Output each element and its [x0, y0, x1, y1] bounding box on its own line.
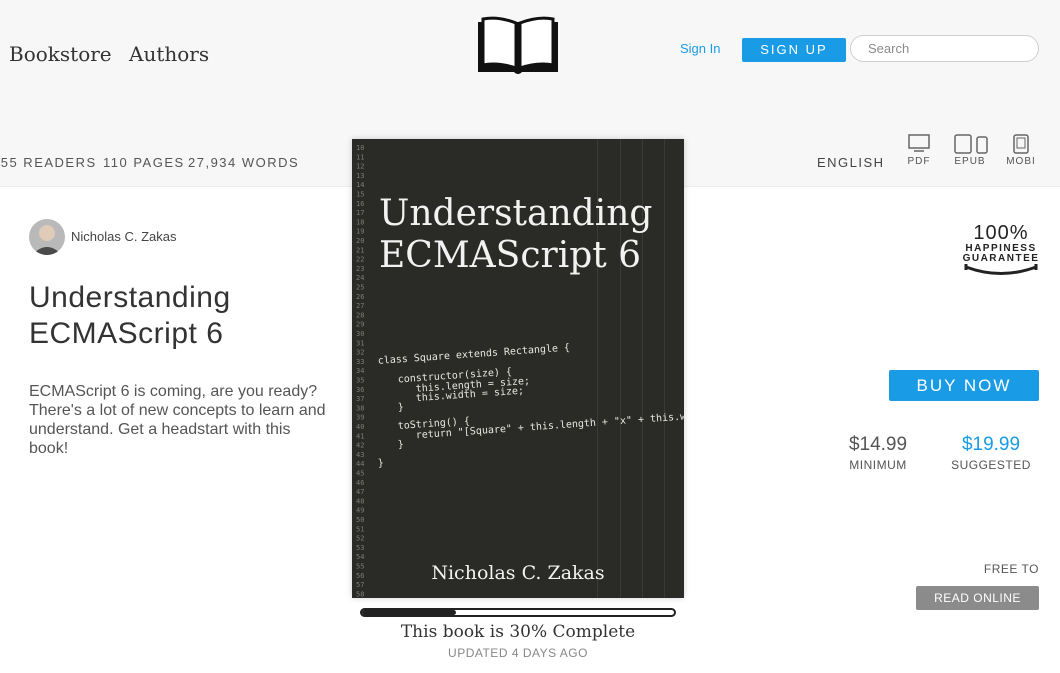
person-icon [32, 225, 62, 255]
format-pdf[interactable]: PDF [897, 134, 941, 167]
cover-line-number: 53 [356, 544, 364, 552]
cover-code-line: } [397, 402, 404, 413]
format-mobi-label: MOBI [1006, 156, 1036, 167]
format-epub-label: EPUB [954, 156, 986, 167]
sign-up-button[interactable]: SIGN UP [742, 38, 846, 62]
author-name[interactable]: Nicholas C. Zakas [71, 229, 176, 244]
cover-line-number: 32 [356, 349, 364, 357]
cover-line-number: 25 [356, 284, 364, 292]
cover-title: Understanding ECMAScript 6 [379, 193, 652, 277]
cover-column-stripe [664, 139, 665, 598]
suggested-price-value: $19.99 [961, 434, 1021, 455]
desktop-icon [908, 134, 930, 152]
cover-line-number: 13 [356, 172, 364, 180]
cover-line-number: 41 [356, 432, 364, 440]
book-title-line1: Understanding [29, 281, 231, 314]
cover-line-number: 39 [356, 414, 364, 422]
free-to-label: FREE TO [983, 562, 1039, 576]
search-input[interactable] [850, 35, 1039, 62]
guarantee-line2: GUARANTEE [962, 253, 1040, 264]
format-pdf-label: PDF [907, 156, 931, 167]
cover-code-line: } [377, 458, 384, 469]
cover-line-number: 24 [356, 274, 364, 282]
cover-line-number: 11 [356, 153, 364, 161]
nav-bookstore[interactable]: Bookstore [9, 42, 112, 66]
sign-in-link[interactable]: Sign In [680, 41, 720, 56]
cover-line-number: 37 [356, 395, 364, 403]
language-label[interactable]: ENGLISH [817, 155, 885, 170]
cover-line-number: 52 [356, 535, 364, 543]
readers-count: 255 READERS [0, 155, 97, 170]
smile-icon [964, 264, 1038, 275]
progress-bar [360, 608, 676, 617]
author-avatar[interactable] [29, 219, 65, 255]
cover-line-number: 19 [356, 228, 364, 236]
guarantee-percent: 100% [973, 222, 1029, 244]
cover-line-number: 47 [356, 488, 364, 496]
cover-line-number: 17 [356, 209, 364, 217]
suggested-price[interactable]: $19.99 SUGGESTED [941, 434, 1041, 472]
progress-fill [362, 610, 456, 615]
cover-line-number: 50 [356, 516, 364, 524]
pages-count: 110 PAGES [103, 155, 185, 170]
cover-line-number: 43 [356, 451, 364, 459]
cover-line-number: 14 [356, 181, 364, 189]
nav-authors[interactable]: Authors [129, 42, 209, 66]
words-count: 27,934 WORDS [188, 155, 300, 170]
cover-line-number: 20 [356, 237, 364, 245]
happiness-guarantee-badge: 100% HAPPINESS GUARANTEE [962, 222, 1040, 283]
updated-timestamp: UPDATED 4 DAYS AGO [448, 646, 588, 660]
cover-line-number: 54 [356, 553, 364, 561]
cover-code-line: } [397, 439, 404, 450]
cover-line-number: 51 [356, 525, 364, 533]
cover-line-number: 21 [356, 246, 364, 254]
cover-title-line2: ECMAScript 6 [379, 235, 642, 276]
cover-line-number: 16 [356, 200, 364, 208]
book-title-line2: ECMAScript 6 [29, 317, 224, 350]
cover-line-number: 22 [356, 256, 364, 264]
open-book-logo-icon[interactable] [474, 14, 562, 76]
cover-line-number: 33 [356, 358, 364, 366]
format-epub[interactable]: EPUB [948, 134, 992, 167]
read-online-button[interactable]: READ ONLINE [916, 586, 1039, 610]
cover-line-number: 27 [356, 302, 364, 310]
book-cover: 10 11 12 13 14 15 16 17 18 19 20 21 22 23 24 25 26 27 28 29… [352, 139, 684, 598]
format-mobi[interactable]: MOBI [999, 134, 1043, 167]
cover-line-number: 26 [356, 293, 364, 301]
cover-line-number: 34 [356, 367, 364, 375]
cover-line-number: 10 [356, 144, 364, 152]
cover-line-number: 58 [356, 590, 364, 598]
cover-line-number: 29 [356, 321, 364, 329]
cover-line-number: 31 [356, 339, 364, 347]
cover-line-number: 23 [356, 265, 364, 273]
completion-status: This book is 30% Complete [400, 622, 636, 642]
minimum-price-value: $14.99 [848, 434, 908, 455]
cover-author: Nicholas C. Zakas [431, 562, 605, 584]
ereader-icon [1013, 134, 1029, 154]
book-title: Understanding ECMAScript 6 [29, 280, 329, 352]
book-blurb: ECMAScript 6 is coming, are you ready? T… [29, 383, 326, 457]
cover-line-number: 36 [356, 386, 364, 394]
tablet-phone-icon [954, 134, 988, 154]
minimum-price-label: MINIMUM [849, 458, 907, 472]
cover-line-number: 45 [356, 470, 364, 478]
cover-line-number: 15 [356, 191, 364, 199]
minimum-price[interactable]: $14.99 MINIMUM [828, 434, 928, 472]
cover-line-number: 49 [356, 507, 364, 515]
cover-code-line: class Square extends Rectangle { [377, 342, 570, 366]
cover-line-number: 28 [356, 311, 364, 319]
cover-title-line1: Understanding [379, 193, 653, 234]
cover-line-number: 35 [356, 377, 364, 385]
cover-line-number: 38 [356, 404, 364, 412]
cover-line-number: 42 [356, 442, 364, 450]
cover-line-number: 18 [356, 218, 364, 226]
cover-line-number: 30 [356, 330, 364, 338]
cover-line-number: 44 [356, 460, 364, 468]
cover-line-number: 46 [356, 479, 364, 487]
cover-line-number: 12 [356, 163, 364, 171]
buy-now-button[interactable]: BUY NOW [889, 370, 1039, 401]
suggested-price-label: SUGGESTED [951, 458, 1031, 472]
cover-line-number: 48 [356, 497, 364, 505]
cover-line-number: 40 [356, 423, 364, 431]
